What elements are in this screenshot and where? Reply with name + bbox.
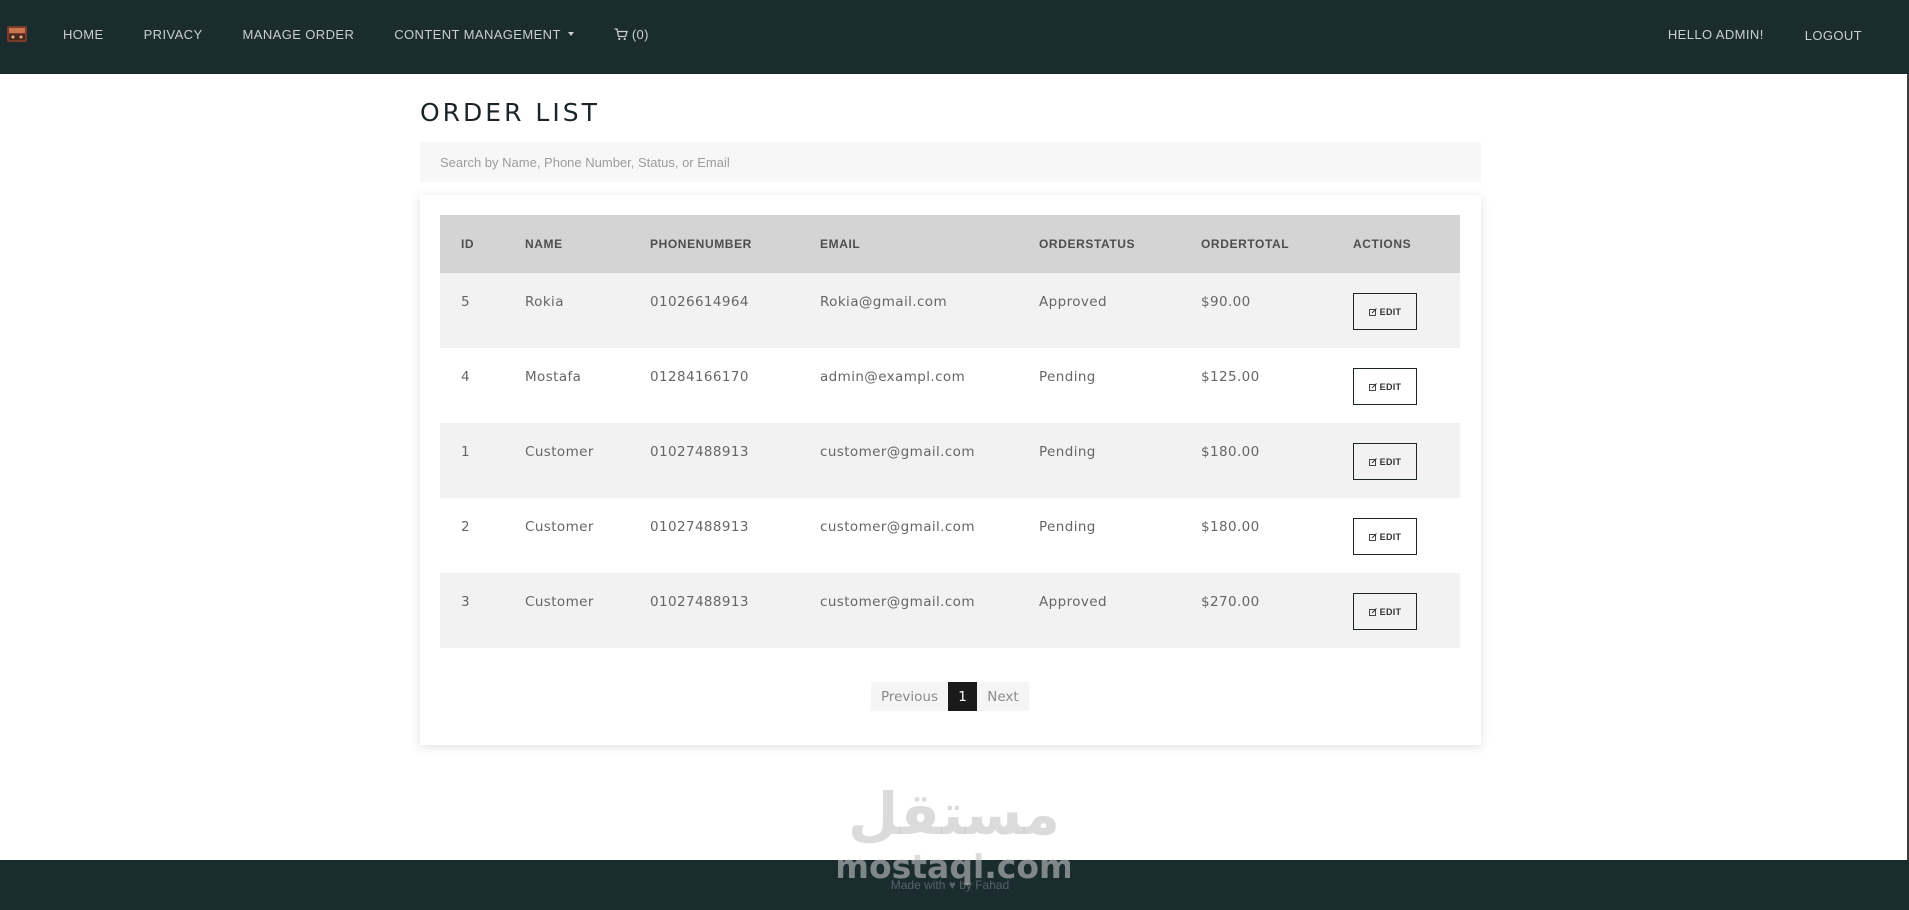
orders-card: ID NAME PHONENUMBER EMAIL ORDERSTATUS OR… (420, 195, 1481, 745)
cell-total: $90.00 (1201, 294, 1251, 310)
top-navbar: HOME PRIVACY MANAGE ORDER CONTENT MANAGE… (0, 0, 1909, 74)
edit-label: EDIT (1379, 456, 1402, 467)
edit-icon (1368, 607, 1377, 616)
cell-phone: 01026614964 (650, 294, 749, 310)
table-row: 4 Mostafa 01284166170 admin@exampl.com P… (440, 348, 1460, 423)
cell-name: Customer (525, 594, 594, 610)
table-row: 5 Rokia 01026614964 Rokia@gmail.com Appr… (440, 273, 1460, 348)
pagination-page-1[interactable]: 1 (948, 682, 977, 711)
cell-id: 1 (461, 444, 470, 460)
table-row: 3 Customer 01027488913 customer@gmail.co… (440, 573, 1460, 648)
search-input[interactable] (420, 142, 1481, 182)
nav-right: HELLO ADMIN! LOGOUT (1668, 0, 1909, 68)
edit-button[interactable]: EDIT (1353, 368, 1417, 405)
table-body: 5 Rokia 01026614964 Rokia@gmail.com Appr… (440, 273, 1460, 648)
watermark-latin: mostaql.com (838, 847, 1070, 886)
table-header: ID NAME PHONENUMBER EMAIL ORDERSTATUS OR… (440, 215, 1460, 273)
cell-status: Approved (1039, 294, 1107, 310)
cell-status: Pending (1039, 444, 1096, 460)
nav-content-management-label: CONTENT MANAGEMENT (394, 26, 561, 42)
watermark-arabic: مستقل (848, 780, 1060, 848)
cell-actions: EDIT (1332, 348, 1460, 423)
cell-actions: EDIT (1332, 423, 1460, 498)
cell-total: $270.00 (1201, 594, 1260, 610)
cell-email: customer@gmail.com (820, 594, 975, 610)
nav-privacy[interactable]: PRIVACY (144, 27, 203, 42)
col-actions: ACTIONS (1353, 237, 1412, 251)
edit-icon (1368, 532, 1377, 541)
cell-email: customer@gmail.com (820, 519, 975, 535)
cell-status: Pending (1039, 519, 1096, 535)
cell-phone: 01284166170 (650, 369, 749, 385)
col-name: NAME (525, 237, 563, 251)
brand-logo-icon[interactable] (4, 20, 31, 47)
col-email: EMAIL (820, 237, 861, 251)
cell-actions: EDIT (1332, 573, 1460, 648)
col-order-total: ORDERTOTAL (1201, 237, 1290, 251)
col-id: ID (461, 237, 475, 251)
cell-email: admin@exampl.com (820, 369, 966, 385)
edit-button[interactable]: EDIT (1353, 518, 1417, 555)
table-header-row: ID NAME PHONENUMBER EMAIL ORDERSTATUS OR… (440, 215, 1460, 273)
edit-label: EDIT (1379, 381, 1402, 392)
cell-total: $180.00 (1201, 444, 1260, 460)
nav-home[interactable]: HOME (63, 27, 104, 42)
cell-id: 4 (461, 369, 470, 385)
edit-icon (1368, 457, 1377, 466)
nav-links: HOME PRIVACY MANAGE ORDER CONTENT MANAGE… (63, 0, 689, 68)
nav-manage-order[interactable]: MANAGE ORDER (243, 27, 355, 42)
edit-icon (1368, 307, 1377, 316)
pagination-previous[interactable]: Previous (871, 682, 948, 711)
logout-link[interactable]: LOGOUT (1805, 28, 1862, 43)
cell-email: Rokia@gmail.com (820, 294, 947, 310)
cell-total: $180.00 (1201, 519, 1260, 535)
cell-id: 2 (461, 519, 470, 535)
cell-status: Approved (1039, 594, 1107, 610)
page-title: ORDER LIST (420, 98, 600, 127)
col-phone: PHONENUMBER (650, 237, 752, 251)
cart-count: (0) (631, 26, 649, 42)
cell-id: 3 (461, 594, 470, 610)
edit-button[interactable]: EDIT (1353, 443, 1417, 480)
cell-id: 5 (461, 294, 470, 310)
cell-name: Rokia (525, 294, 564, 310)
cell-name: Customer (525, 519, 594, 535)
cell-actions: EDIT (1332, 273, 1460, 348)
pagination-next[interactable]: Next (977, 682, 1029, 711)
cell-email: customer@gmail.com (820, 444, 975, 460)
cart-icon (614, 27, 628, 40)
nav-content-management-dropdown[interactable]: CONTENT MANAGEMENT (394, 27, 574, 42)
caret-down-icon (567, 32, 574, 36)
mostaql-watermark-logo: مستقل mostaql.com (838, 780, 1070, 886)
user-greeting: HELLO ADMIN! (1667, 26, 1764, 42)
edit-label: EDIT (1379, 531, 1402, 542)
edit-label: EDIT (1379, 306, 1402, 317)
cell-total: $125.00 (1201, 369, 1260, 385)
col-order-status: ORDERSTATUS (1039, 237, 1136, 251)
cell-phone: 01027488913 (650, 519, 749, 535)
cell-name: Mostafa (525, 369, 582, 385)
cell-actions: EDIT (1332, 498, 1460, 573)
cell-status: Pending (1039, 369, 1096, 385)
edit-button[interactable]: EDIT (1353, 593, 1417, 630)
table-row: 1 Customer 01027488913 customer@gmail.co… (440, 423, 1460, 498)
orders-table: ID NAME PHONENUMBER EMAIL ORDERSTATUS OR… (440, 215, 1460, 648)
pagination: Previous 1 Next (871, 682, 1029, 711)
cell-phone: 01027488913 (650, 594, 749, 610)
cell-phone: 01027488913 (650, 444, 749, 460)
edit-icon (1368, 382, 1377, 391)
nav-cart[interactable]: (0) (614, 27, 649, 42)
edit-label: EDIT (1379, 606, 1402, 617)
edit-button[interactable]: EDIT (1353, 293, 1417, 330)
table-row: 2 Customer 01027488913 customer@gmail.co… (440, 498, 1460, 573)
cell-name: Customer (525, 444, 594, 460)
